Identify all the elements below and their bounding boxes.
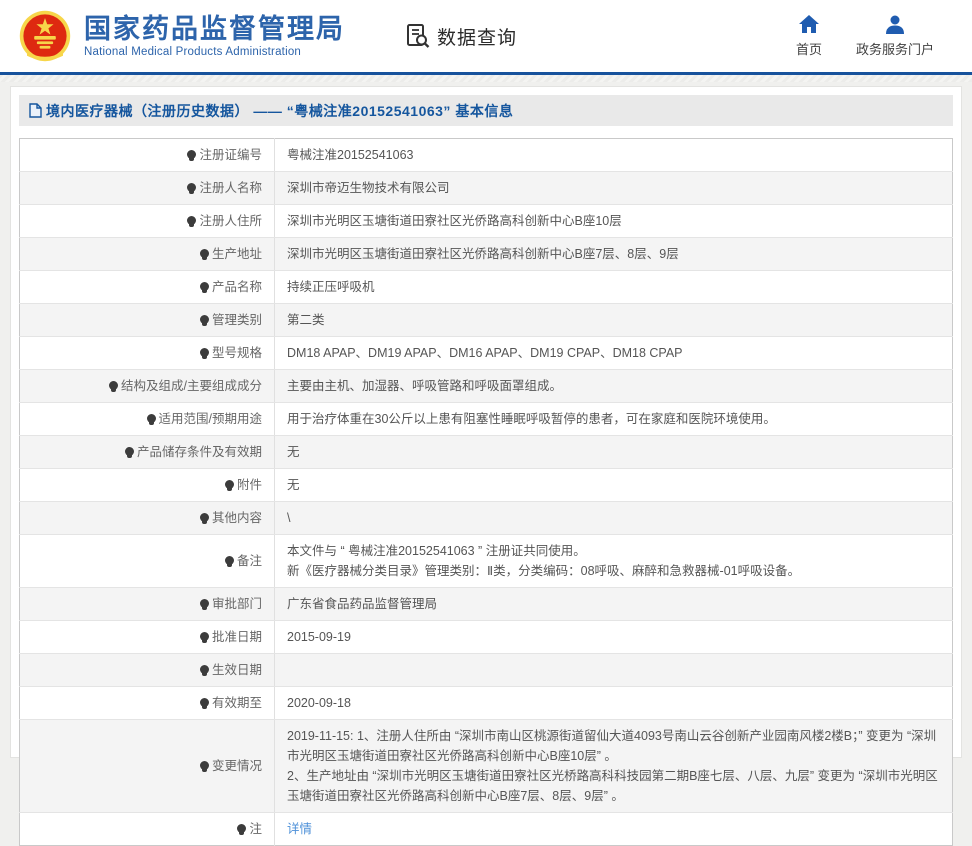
row-value: 2020-09-18 (275, 687, 953, 720)
table-row: 型号规格 DM18 APAP、DM19 APAP、DM16 APAP、DM19 … (20, 337, 953, 370)
row-label: 管理类别 (212, 313, 262, 327)
note-bulb-icon (225, 480, 234, 489)
data-query-module[interactable]: 数据查询 (405, 23, 517, 50)
table-row: 备注 本文件与 “ 粤械注准20152541063 ” 注册证共同使用。 新《医… (20, 535, 953, 588)
row-value: 第二类 (275, 304, 953, 337)
page-title: 境内医疗器械（注册历史数据） —— “粤械注准20152541063” 基本信息 (46, 101, 513, 121)
row-label: 其他内容 (212, 511, 262, 525)
note-bulb-icon (187, 183, 196, 192)
table-row: 注册人住所 深圳市光明区玉塘街道田寮社区光侨路高科创新中心B座10层 (20, 205, 953, 238)
nav-item-portal-label: 政务服务门户 (856, 39, 934, 58)
row-label: 备注 (237, 554, 262, 568)
row-label: 附件 (237, 478, 262, 492)
row-value (275, 654, 953, 687)
note-bulb-icon (200, 632, 209, 641)
note-bulb-icon (125, 447, 134, 456)
note-bulb-icon (225, 556, 234, 565)
row-value: \ (275, 502, 953, 535)
table-row: 审批部门 广东省食品药品监督管理局 (20, 588, 953, 621)
registration-info-table: 注册证编号 粤械注准20152541063 注册人名称 深圳市帝迈生物技术有限公… (19, 138, 953, 846)
note-bulb-icon (200, 315, 209, 324)
row-value: 无 (275, 436, 953, 469)
row-label: 生效日期 (212, 663, 262, 677)
note-bulb-icon (200, 513, 209, 522)
note-bulb-icon (187, 216, 196, 225)
row-label: 批准日期 (212, 630, 262, 644)
row-label: 适用范围/预期用途 (159, 412, 262, 426)
row-value: 广东省食品药品监督管理局 (275, 588, 953, 621)
content-card: 境内医疗器械（注册历史数据） —— “粤械注准20152541063” 基本信息… (10, 86, 962, 758)
data-query-label: 数据查询 (437, 23, 517, 50)
national-emblem-logo (18, 9, 72, 63)
table-row: 批准日期 2015-09-19 (20, 621, 953, 654)
table-row: 管理类别 第二类 (20, 304, 953, 337)
row-value: 粤械注准20152541063 (275, 139, 953, 172)
table-row: 生效日期 (20, 654, 953, 687)
row-label: 生产地址 (212, 247, 262, 261)
home-icon (798, 14, 820, 34)
row-value: 深圳市帝迈生物技术有限公司 (275, 172, 953, 205)
table-row: 结构及组成/主要组成成分 主要由主机、加湿器、呼吸管路和呼吸面罩组成。 (20, 370, 953, 403)
detail-link[interactable]: 详情 (287, 822, 312, 836)
row-label: 变更情况 (212, 759, 262, 773)
row-label: 产品储存条件及有效期 (137, 445, 262, 459)
table-row: 产品储存条件及有效期 无 (20, 436, 953, 469)
brand-title: 国家药品监督管理局 (84, 14, 345, 44)
page-titlebar: 境内医疗器械（注册历史数据） —— “粤械注准20152541063” 基本信息 (19, 95, 953, 126)
nav-item-home[interactable]: 首页 (796, 14, 822, 58)
row-label: 审批部门 (212, 597, 262, 611)
document-icon (29, 103, 42, 118)
row-label: 型号规格 (212, 346, 262, 360)
table-row: 注册证编号 粤械注准20152541063 (20, 139, 953, 172)
row-value: 详情 (275, 813, 953, 846)
row-value: 主要由主机、加湿器、呼吸管路和呼吸面罩组成。 (275, 370, 953, 403)
table-row: 生产地址 深圳市光明区玉塘街道田寮社区光侨路高科创新中心B座7层、8层、9层 (20, 238, 953, 271)
table-row: 产品名称 持续正压呼吸机 (20, 271, 953, 304)
row-label: 注 (249, 822, 262, 836)
row-value: 2015-09-19 (275, 621, 953, 654)
table-row: 注 详情 (20, 813, 953, 846)
brand-subtitle: National Medical Products Administration (84, 46, 345, 58)
row-label: 注册证编号 (199, 148, 262, 162)
note-bulb-icon (200, 665, 209, 674)
site-header: 国家药品监督管理局 National Medical Products Admi… (0, 0, 972, 72)
data-query-icon (405, 23, 431, 49)
row-label: 有效期至 (212, 696, 262, 710)
row-value: 持续正压呼吸机 (275, 271, 953, 304)
user-icon (884, 14, 906, 34)
row-value: 深圳市光明区玉塘街道田寮社区光侨路高科创新中心B座10层 (275, 205, 953, 238)
note-bulb-icon (200, 282, 209, 291)
row-value: 深圳市光明区玉塘街道田寮社区光侨路高科创新中心B座7层、8层、9层 (275, 238, 953, 271)
row-value: 无 (275, 469, 953, 502)
nav-item-home-label: 首页 (796, 39, 822, 58)
note-bulb-icon (200, 698, 209, 707)
table-row: 变更情况 2019-11-15: 1、注册人住所由 “深圳市南山区桃源街道留仙大… (20, 720, 953, 813)
note-bulb-icon (147, 414, 156, 423)
row-label: 产品名称 (212, 280, 262, 294)
row-value: DM18 APAP、DM19 APAP、DM16 APAP、DM19 CPAP、… (275, 337, 953, 370)
nav-item-portal[interactable]: 政务服务门户 (856, 14, 934, 58)
header-nav: 首页 政务服务门户 (796, 14, 954, 58)
table-row: 附件 无 (20, 469, 953, 502)
brand-block: 国家药品监督管理局 National Medical Products Admi… (84, 14, 345, 58)
note-bulb-icon (109, 381, 118, 390)
row-label: 结构及组成/主要组成成分 (121, 379, 262, 393)
table-row: 其他内容 \ (20, 502, 953, 535)
table-row: 注册人名称 深圳市帝迈生物技术有限公司 (20, 172, 953, 205)
row-value: 2019-11-15: 1、注册人住所由 “深圳市南山区桃源街道留仙大道4093… (275, 720, 953, 813)
hatch-strip (0, 75, 972, 82)
row-label: 注册人住所 (199, 214, 262, 228)
row-value: 本文件与 “ 粤械注准20152541063 ” 注册证共同使用。 新《医疗器械… (275, 535, 953, 588)
note-bulb-icon (200, 599, 209, 608)
note-bulb-icon (200, 249, 209, 258)
note-bulb-icon (187, 150, 196, 159)
note-bulb-icon (237, 824, 246, 833)
table-row: 适用范围/预期用途 用于治疗体重在30公斤以上患有阻塞性睡眠呼吸暂停的患者，可在… (20, 403, 953, 436)
note-bulb-icon (200, 348, 209, 357)
info-table-body: 注册证编号 粤械注准20152541063 注册人名称 深圳市帝迈生物技术有限公… (20, 139, 953, 846)
row-value: 用于治疗体重在30公斤以上患有阻塞性睡眠呼吸暂停的患者，可在家庭和医院环境使用。 (275, 403, 953, 436)
row-label: 注册人名称 (199, 181, 262, 195)
table-row: 有效期至 2020-09-18 (20, 687, 953, 720)
